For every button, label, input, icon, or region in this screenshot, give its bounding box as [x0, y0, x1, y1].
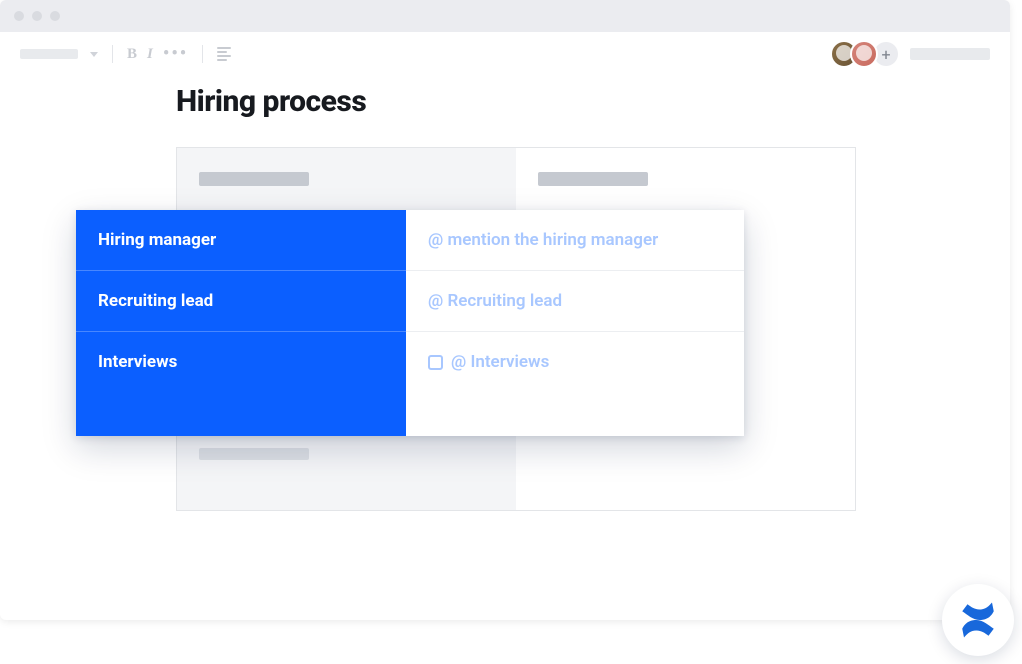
toolbar-left-group: B I •••: [20, 45, 231, 63]
popup-value-row[interactable]: @ Recruiting lead: [406, 271, 744, 332]
popup-label-row[interactable]: Recruiting lead: [76, 271, 406, 332]
toolbar-separator: [112, 45, 113, 63]
app-window: B I ••• + Hiring process: [0, 0, 1010, 620]
editor-toolbar: B I ••• +: [0, 32, 1010, 76]
mention-placeholder: @ Recruiting lead: [428, 291, 562, 311]
toolbar-right-group: +: [830, 40, 990, 68]
window-close-button[interactable]: [14, 11, 24, 21]
table-overlay-popup: Hiring manager Recruiting lead Interview…: [76, 210, 744, 436]
collaborator-avatars: +: [830, 40, 898, 68]
window-maximize-button[interactable]: [50, 11, 60, 21]
avatar[interactable]: [850, 40, 878, 68]
chevron-down-icon: [90, 52, 98, 57]
mention-placeholder: @ mention the hiring manager: [428, 230, 658, 250]
skeleton-text: [199, 172, 309, 186]
confluence-logo-icon[interactable]: [942, 584, 1014, 656]
skeleton-text: [199, 448, 309, 460]
popup-value-row[interactable]: @ Interviews: [406, 332, 744, 436]
window-titlebar: [0, 0, 1010, 32]
toolbar-action-placeholder[interactable]: [910, 48, 990, 60]
bold-button[interactable]: B: [127, 46, 137, 63]
window-minimize-button[interactable]: [32, 11, 42, 21]
popup-labels-column: Hiring manager Recruiting lead Interview…: [76, 210, 406, 436]
toolbar-separator: [202, 45, 203, 63]
text-style-dropdown[interactable]: [20, 49, 78, 59]
italic-button[interactable]: I: [147, 46, 153, 63]
popup-value-row[interactable]: @ mention the hiring manager: [406, 210, 744, 271]
popup-label-row[interactable]: Hiring manager: [76, 210, 406, 271]
page-title[interactable]: Hiring process: [176, 84, 962, 119]
popup-values-column: @ mention the hiring manager @ Recruitin…: [406, 210, 744, 436]
popup-label-row[interactable]: Interviews: [76, 332, 406, 436]
skeleton-text: [538, 172, 648, 186]
mention-placeholder: @ Interviews: [451, 352, 549, 372]
align-left-icon[interactable]: [217, 47, 231, 61]
checkbox-icon[interactable]: [428, 355, 443, 370]
more-formatting-button[interactable]: •••: [163, 50, 188, 58]
